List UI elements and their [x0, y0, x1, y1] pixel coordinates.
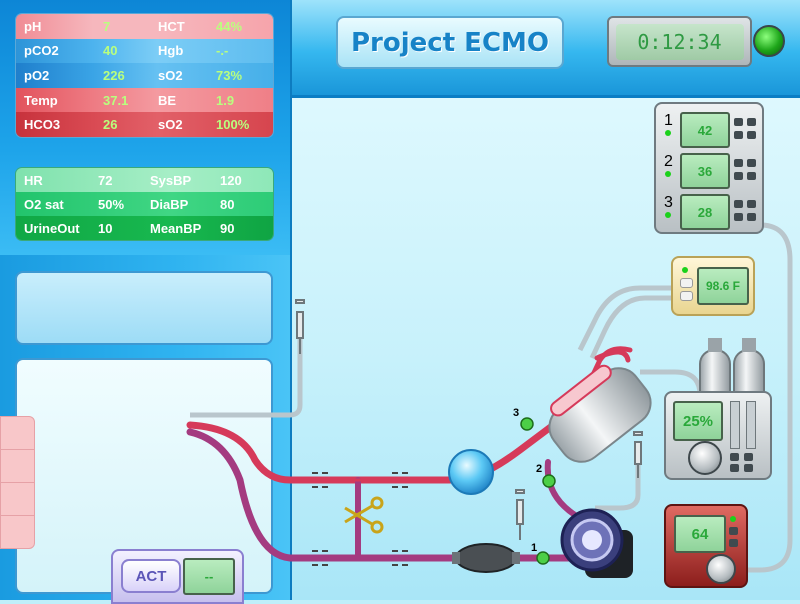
- heater-up-button[interactable]: [680, 278, 693, 288]
- flow-slider-1[interactable]: [730, 401, 740, 449]
- pump-1-mode-button[interactable]: [747, 118, 756, 126]
- pump-speed-knob[interactable]: [706, 554, 736, 584]
- pump-3-up-button[interactable]: [734, 200, 743, 208]
- port-3-label: 3: [513, 407, 519, 419]
- pump-3-index: 3: [664, 194, 673, 211]
- pump-console: 64: [664, 504, 748, 588]
- pump-2-display: 36: [680, 153, 730, 189]
- pump-2-mode-button[interactable]: [747, 159, 756, 167]
- pump-3-down-button[interactable]: [734, 213, 743, 221]
- blender-button-1[interactable]: [730, 453, 739, 461]
- heater-led: [682, 267, 688, 273]
- pump-2-down-button[interactable]: [734, 172, 743, 180]
- pump-1-down-button[interactable]: [734, 131, 743, 139]
- gas-blender: 25%: [664, 391, 772, 480]
- pump-2-up-button[interactable]: [734, 159, 743, 167]
- pump-1-led: [665, 130, 671, 136]
- blender-button-2[interactable]: [744, 453, 753, 461]
- syringe-icon[interactable]: [295, 299, 305, 354]
- venous-bladder-icon[interactable]: [455, 543, 517, 573]
- syringe-icon[interactable]: [515, 489, 525, 540]
- pump-controller-panel: 1 42 2 36 3 28: [654, 102, 764, 234]
- pump-console-led: [730, 516, 736, 522]
- heater-display: 98.6 F: [697, 267, 749, 305]
- flow-slider-2[interactable]: [746, 401, 756, 449]
- pump-1-up-button[interactable]: [734, 118, 743, 126]
- gas-blender-display: 25%: [673, 401, 723, 441]
- pump-console-up-button[interactable]: [729, 527, 738, 535]
- act-display: --: [183, 558, 235, 595]
- pump-3-display: 28: [680, 194, 730, 230]
- pump-head-icon[interactable]: [560, 508, 633, 578]
- pump-3-led: [665, 212, 671, 218]
- heater-down-button[interactable]: [680, 291, 693, 301]
- pump-console-down-button[interactable]: [729, 539, 738, 547]
- venous-drain-line: [186, 428, 459, 562]
- pump-console-display: 64: [674, 515, 726, 553]
- blender-button-4[interactable]: [744, 464, 753, 472]
- pump-1-index: 1: [664, 112, 673, 129]
- pump-2-led: [665, 171, 671, 177]
- fio2-knob[interactable]: [688, 441, 722, 475]
- pump-3-set-button[interactable]: [747, 213, 756, 221]
- pump-1-display: 42: [680, 112, 730, 148]
- port-2-label: 2: [536, 463, 542, 475]
- bubble-trap-icon[interactable]: [448, 449, 494, 495]
- syringe-icon[interactable]: [633, 431, 643, 478]
- clamp-scissors-icon[interactable]: [344, 496, 384, 534]
- port-1-label: 1: [531, 542, 537, 554]
- arterial-return-line: [186, 416, 564, 484]
- act-button[interactable]: ACT: [121, 559, 181, 593]
- heater-unit: 98.6 F: [671, 256, 755, 316]
- pump-1-set-button[interactable]: [747, 131, 756, 139]
- pump-2-index: 2: [664, 153, 673, 170]
- pump-2-set-button[interactable]: [747, 172, 756, 180]
- blender-button-3[interactable]: [730, 464, 739, 472]
- pump-3-mode-button[interactable]: [747, 200, 756, 208]
